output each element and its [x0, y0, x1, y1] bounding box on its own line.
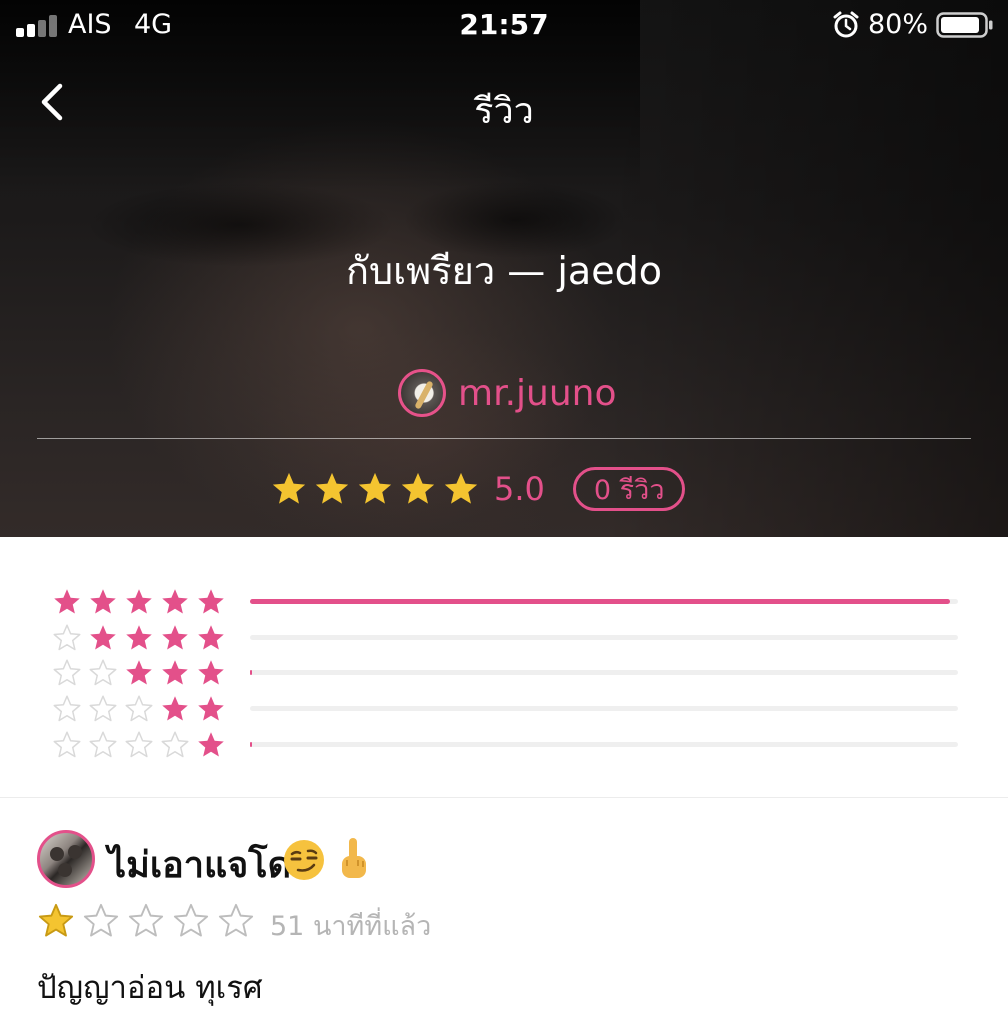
star-empty-icon — [125, 731, 153, 758]
battery-percent: 80% — [868, 9, 929, 40]
distribution-bar-track — [250, 706, 958, 711]
star-filled-icon — [54, 589, 80, 614]
star-empty-icon — [173, 903, 209, 937]
star-empty-icon — [89, 659, 117, 686]
average-score: 5.0 — [494, 470, 545, 508]
star-filled-icon — [38, 903, 74, 937]
author-link[interactable]: mr.juuno — [398, 368, 616, 418]
star-empty-icon — [89, 731, 117, 758]
star-empty-icon — [161, 731, 189, 758]
distribution-bar-fill — [250, 670, 252, 675]
star-empty-icon — [53, 624, 81, 651]
review-stars — [37, 902, 255, 940]
star-empty-icon — [218, 903, 254, 937]
star-filled-icon — [358, 472, 392, 504]
star-empty-icon — [83, 903, 119, 937]
distribution-stars — [52, 658, 226, 688]
star-empty-icon — [89, 695, 117, 722]
star-filled-icon — [90, 589, 116, 614]
distribution-row-3-stars — [52, 658, 962, 688]
page-title: รีวิว — [474, 91, 534, 132]
star-filled-icon — [90, 625, 116, 650]
distribution-bar-track — [250, 599, 958, 604]
smirk-emoji — [284, 840, 324, 880]
star-filled-icon — [162, 589, 188, 614]
distribution-row-1-stars — [52, 730, 962, 760]
story-cover-header: AIS 4G 21:57 80% รีวิว กับเพรียว — jaedo… — [0, 0, 1008, 537]
status-bar: AIS 4G 21:57 80% — [0, 0, 1008, 52]
star-filled-icon — [198, 696, 224, 721]
star-filled-icon — [126, 660, 152, 685]
star-filled-icon — [272, 472, 306, 504]
distribution-bar-track — [250, 670, 958, 675]
star-empty-icon — [125, 695, 153, 722]
star-filled-icon — [198, 660, 224, 685]
divider — [37, 438, 971, 439]
author-name: mr.juuno — [458, 372, 617, 414]
star-filled-icon — [444, 472, 478, 504]
summary-stars — [270, 470, 480, 508]
star-empty-icon — [53, 695, 81, 722]
distribution-stars — [52, 587, 226, 617]
distribution-bar-track — [250, 742, 958, 747]
distribution-row-2-stars — [52, 694, 962, 724]
distribution-stars — [52, 694, 226, 724]
star-filled-icon — [162, 660, 188, 685]
distribution-bar-fill — [250, 742, 252, 747]
review-item: ไม่เอาแจโด 51 นาทีที่แล้ว ปัญญาอ่อน ทุเร… — [0, 798, 1008, 1024]
star-empty-icon — [128, 903, 164, 937]
distribution-row-5-stars — [52, 587, 962, 617]
star-filled-icon — [126, 625, 152, 650]
battery-icon — [936, 12, 993, 38]
alarm-icon — [833, 11, 859, 38]
distribution-stars — [52, 623, 226, 653]
star-filled-icon — [162, 696, 188, 721]
star-filled-icon — [315, 472, 349, 504]
star-filled-icon — [162, 625, 188, 650]
star-empty-icon — [53, 659, 81, 686]
reviewer-avatar[interactable] — [37, 830, 95, 888]
distribution-stars — [52, 730, 226, 760]
distribution-bar-fill — [250, 599, 950, 604]
rating-distribution — [0, 537, 1008, 797]
author-avatar — [398, 369, 446, 417]
star-filled-icon — [126, 589, 152, 614]
reviewer-name[interactable]: ไม่เอาแจโด — [108, 836, 291, 893]
review-text: ปัญญาอ่อน ทุเรศ — [37, 970, 263, 1006]
story-title: กับเพรียว — jaedo — [346, 249, 662, 293]
review-count-button[interactable]: 0 รีวิว — [572, 467, 686, 511]
review-timestamp: 51 นาทีที่แล้ว — [270, 911, 432, 942]
rating-summary: 5.0 0 รีวิว — [270, 466, 686, 512]
star-filled-icon — [401, 472, 435, 504]
distribution-bar-track — [250, 635, 958, 640]
star-filled-icon — [198, 589, 224, 614]
star-filled-icon — [198, 732, 224, 757]
star-empty-icon — [53, 731, 81, 758]
star-filled-icon — [198, 625, 224, 650]
middle-finger-emoji — [342, 838, 366, 878]
distribution-row-4-stars — [52, 623, 962, 653]
